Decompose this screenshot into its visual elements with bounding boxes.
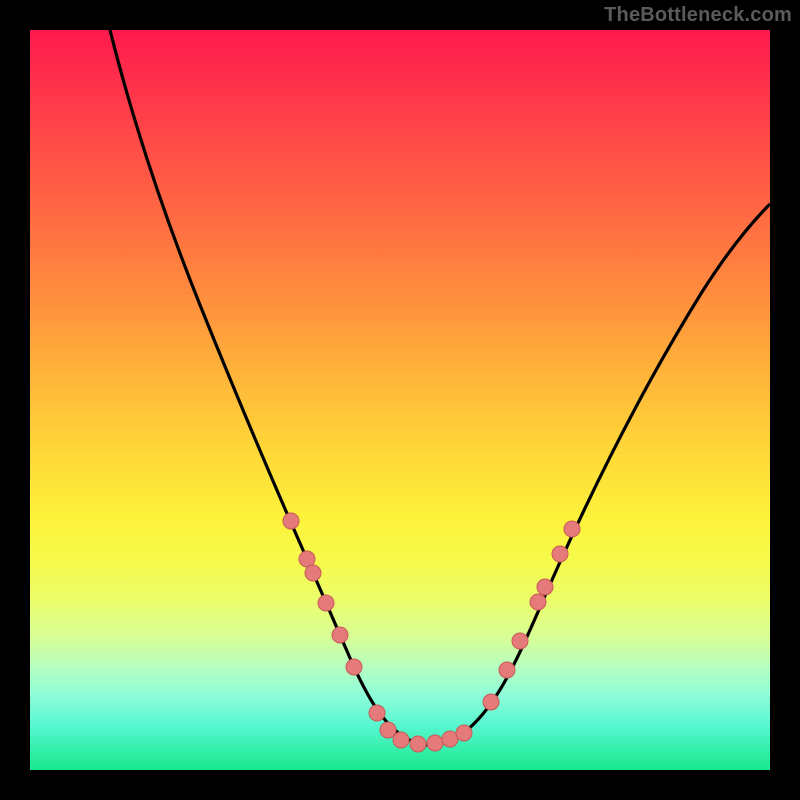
data-dot — [537, 579, 553, 595]
data-dot — [530, 594, 546, 610]
data-dot — [552, 546, 568, 562]
data-dot — [427, 735, 443, 751]
data-dot — [483, 694, 499, 710]
outer-frame: TheBottleneck.com — [0, 0, 800, 800]
data-dot — [332, 627, 348, 643]
bottleneck-curve — [110, 30, 770, 745]
data-dot — [499, 662, 515, 678]
dot-group — [283, 513, 580, 752]
data-dot — [456, 725, 472, 741]
data-dot — [512, 633, 528, 649]
data-dot — [346, 659, 362, 675]
watermark-text: TheBottleneck.com — [604, 4, 792, 27]
plot-area — [30, 30, 770, 770]
data-dot — [410, 736, 426, 752]
data-dot — [369, 705, 385, 721]
data-dot — [283, 513, 299, 529]
data-dot — [380, 722, 396, 738]
data-dot — [393, 732, 409, 748]
data-dot — [305, 565, 321, 581]
chart-svg — [30, 30, 770, 770]
data-dot — [564, 521, 580, 537]
data-dot — [318, 595, 334, 611]
